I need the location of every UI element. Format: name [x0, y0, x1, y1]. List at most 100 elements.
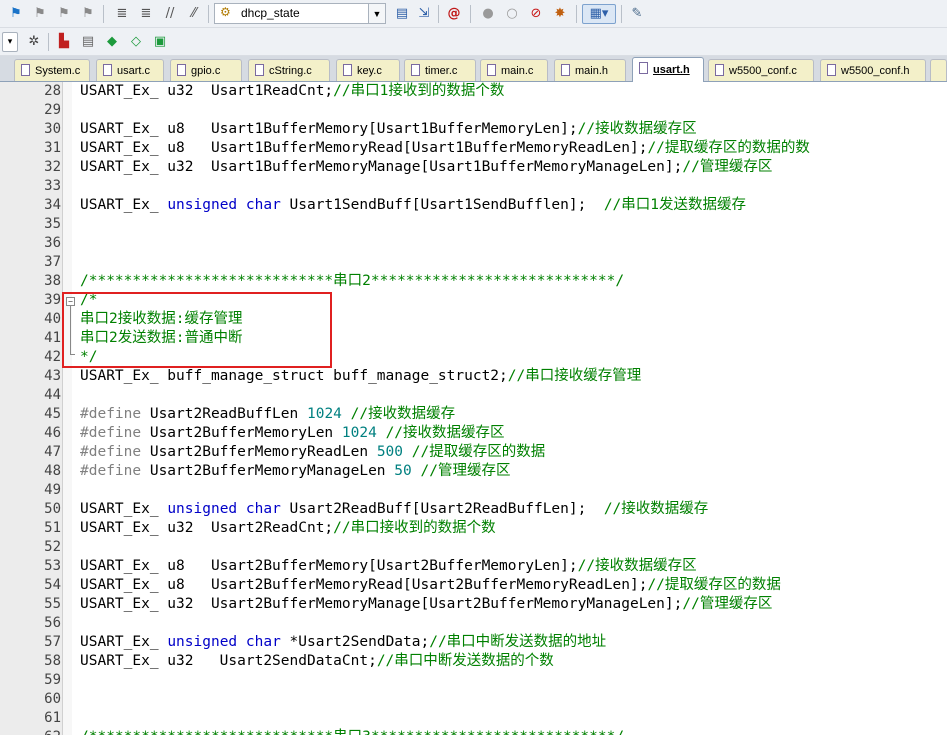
breakpoint-kill-icon[interactable]: ⊘	[526, 4, 546, 24]
code-token-comment: //串口接收缓存管理	[507, 368, 642, 384]
chevron-down-icon[interactable]: ▼	[368, 4, 385, 23]
tab-label: timer.c	[425, 64, 458, 77]
code-line[interactable]: 44	[0, 386, 947, 405]
line-number: 56	[44, 615, 61, 631]
code-text: USART_Ex_ u32 Usart1ReadCnt;//串口1接收到的数据个…	[80, 82, 504, 101]
code-line[interactable]: 59	[0, 671, 947, 690]
tab-main-h[interactable]: main.h	[554, 59, 626, 81]
code-line[interactable]: 53 USART_Ex_ u8 Usart2BufferMemory[Usart2…	[0, 557, 947, 576]
code-line[interactable]: 28 USART_Ex_ u32 Usart1ReadCnt;//串口1接收到的数…	[0, 82, 947, 101]
pack-installer-icon[interactable]: ◇	[126, 32, 146, 52]
breakpoint-disable-icon[interactable]: ○	[502, 4, 522, 24]
target-combo[interactable]: ⚙ dhcp_state ▼	[214, 3, 386, 24]
wizard-icon[interactable]: ✲	[24, 32, 44, 52]
file-icon	[411, 64, 420, 76]
code-line[interactable]: 57 USART_Ex_ unsigned char *Usart2SendDat…	[0, 633, 947, 652]
tab-label: System.c	[35, 64, 81, 77]
code-line[interactable]: 33	[0, 177, 947, 196]
tab-system-c[interactable]: System.c	[14, 59, 90, 81]
line-number: 54	[44, 577, 61, 593]
code-line[interactable]: 58 USART_Ex_ u32 Usart2SendDataCnt;//串口中断…	[0, 652, 947, 671]
tab-usart-c[interactable]: usart.c	[96, 59, 164, 81]
bookmark-clear-icon[interactable]: ⚑	[78, 4, 98, 24]
code-token-number: 1024	[306, 406, 342, 422]
bookmark-toggle-icon[interactable]: ⚑	[6, 4, 26, 24]
breakpoint-icon[interactable]: ●	[478, 4, 498, 24]
target-icon: ⚙	[220, 5, 231, 19]
indent-icon[interactable]: ≣	[112, 4, 132, 24]
code-line[interactable]: 47 #define Usart2BufferMemoryReadLen 500 …	[0, 443, 947, 462]
code-line[interactable]: 62 /****************************串口3******…	[0, 728, 947, 735]
uncomment-icon[interactable]: ⁄⁄	[184, 4, 204, 24]
code-token-keyword: unsigned	[167, 634, 238, 650]
window-layout-icon[interactable]: ▦▾	[582, 4, 616, 24]
tab-key-c[interactable]: key.c	[336, 59, 400, 81]
code-line[interactable]: 43 USART_Ex_ buff_manage_struct buff_mana…	[0, 367, 947, 386]
tab-timer-c[interactable]: timer.c	[404, 59, 476, 81]
code-token-number: 50	[394, 463, 412, 479]
components-icon[interactable]: ▣	[150, 32, 170, 52]
file-icon	[827, 64, 836, 76]
code-token-comment: //接收数据缓存区	[577, 121, 697, 137]
tab-w5500-conf-h[interactable]: w5500_conf.h	[820, 59, 926, 81]
unindent-icon[interactable]: ≣	[136, 4, 156, 24]
code-token-plain: USART_Ex_ u8 Usart1BufferMemory[Usart1Bu…	[80, 121, 578, 137]
code-token-comment: /****************************串口2********…	[80, 273, 625, 289]
breakpoint-all-icon[interactable]: ✸	[550, 4, 570, 24]
code-line[interactable]: 55 USART_Ex_ u32 Usart2BufferMemoryManage…	[0, 595, 947, 614]
code-line[interactable]: 45 #define Usart2ReadBuffLen 1024 //接收数据缓…	[0, 405, 947, 424]
tab-usart-h[interactable]: usart.h	[632, 57, 704, 82]
tab-cstring-c[interactable]: cString.c	[248, 59, 330, 81]
code-token-plain: Usart2BufferMemoryLen	[141, 425, 342, 441]
code-line[interactable]: 61	[0, 709, 947, 728]
code-line[interactable]: 29	[0, 101, 947, 120]
tab-w5500-conf-c[interactable]: w5500_conf.c	[708, 59, 814, 81]
code-line[interactable]: 56	[0, 614, 947, 633]
bookmark-prev-icon[interactable]: ⚑	[30, 4, 50, 24]
code-token-comment: //提取缓存区的数据	[411, 444, 546, 460]
code-line[interactable]: 54 USART_Ex_ u8 Usart2BufferMemoryRead[Us…	[0, 576, 947, 595]
code-line[interactable]: 35	[0, 215, 947, 234]
code-line[interactable]: 51 USART_Ex_ u32 Usart2ReadCnt;//串口接收到的数据…	[0, 519, 947, 538]
code-line[interactable]: 38 /****************************串口2******…	[0, 272, 947, 291]
comment-icon[interactable]: //	[160, 4, 180, 24]
code-line[interactable]: 49	[0, 481, 947, 500]
code-editor[interactable]: 28 USART_Ex_ u32 Usart1ReadCnt;//串口1接收到的数…	[0, 82, 947, 735]
build-dropdown-icon[interactable]: ▾	[2, 32, 18, 52]
tab-gpio-c[interactable]: gpio.c	[170, 59, 242, 81]
tab-overflow[interactable]	[930, 59, 947, 81]
code-line[interactable]: 52	[0, 538, 947, 557]
code-line[interactable]: 37	[0, 253, 947, 272]
settings-icon[interactable]: ✎	[627, 4, 647, 24]
code-token-number: 1024	[341, 425, 377, 441]
manage-icon[interactable]: ▤	[78, 32, 98, 52]
tab-main-c[interactable]: main.c	[480, 59, 548, 81]
code-token-comment: //管理缓存区	[682, 596, 773, 612]
line-number: 61	[44, 710, 61, 726]
code-line[interactable]: 36	[0, 234, 947, 253]
code-line[interactable]: 34 USART_Ex_ unsigned char Usart1SendBuff…	[0, 196, 947, 215]
code-line[interactable]: 31 USART_Ex_ u8 Usart1BufferMemoryRead[Us…	[0, 139, 947, 158]
load-icon[interactable]: ▤	[392, 4, 412, 24]
code-line[interactable]: 32 USART_Ex_ u32 Usart1BufferMemoryManage…	[0, 158, 947, 177]
download-arrow-icon[interactable]: ⇲	[414, 4, 434, 24]
line-number: 48	[44, 463, 61, 479]
code-token-directive: #define	[80, 444, 142, 460]
target-combo-value: dhcp_state	[241, 6, 300, 20]
code-line[interactable]: 60	[0, 690, 947, 709]
code-line[interactable]: 46 #define Usart2BufferMemoryLen 1024 //接…	[0, 424, 947, 443]
tab-label: w5500_conf.h	[841, 64, 910, 77]
code-line[interactable]: 50 USART_Ex_ unsigned char Usart2ReadBuff…	[0, 500, 947, 519]
download-icon[interactable]: ▙	[54, 32, 74, 52]
code-token-comment: //串口接收到的数据个数	[333, 520, 496, 536]
bookmark-next-icon[interactable]: ⚑	[54, 4, 74, 24]
line-number: 62	[0, 728, 61, 735]
file-icon	[177, 64, 186, 76]
code-line[interactable]: 30 USART_Ex_ u8 Usart1BufferMemory[Usart1…	[0, 120, 947, 139]
target-options-icon[interactable]: ◆	[102, 32, 122, 52]
debug-icon[interactable]: @	[444, 4, 464, 24]
code-line[interactable]: 48 #define Usart2BufferMemoryManageLen 50…	[0, 462, 947, 481]
line-number: 44	[44, 387, 61, 403]
code-token-comment: //提取缓存区的数据的数	[647, 140, 810, 156]
code-token-keyword: char	[245, 197, 281, 213]
